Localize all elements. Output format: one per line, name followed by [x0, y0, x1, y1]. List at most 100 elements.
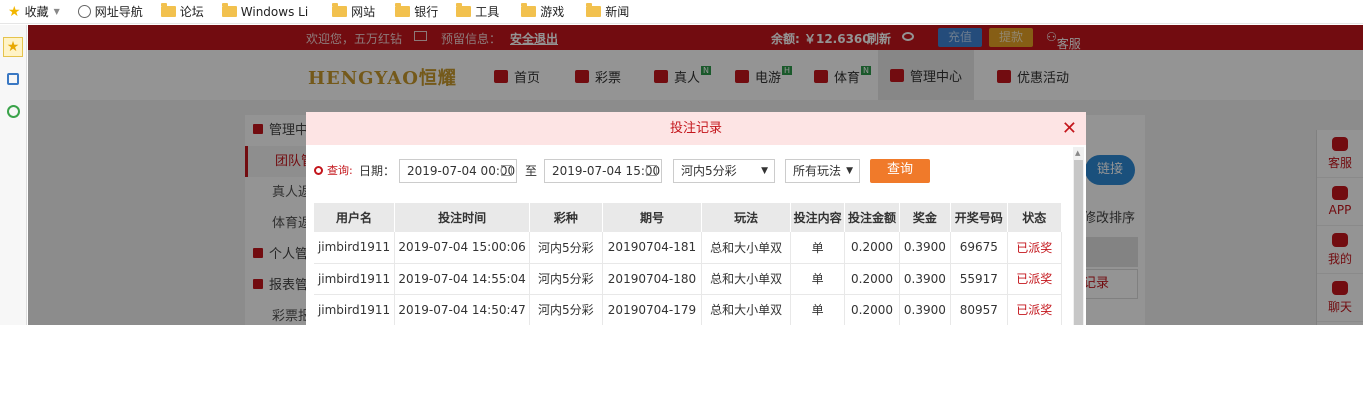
bookmark-label: Windows Li [240, 4, 309, 19]
folder-icon [332, 3, 348, 17]
cell-status: 已派奖 [1007, 263, 1063, 295]
date-to-input[interactable]: 2019-07-04 15:00:00 [544, 159, 662, 183]
history-clock-icon[interactable] [3, 101, 23, 121]
cell-play: 总和大小单双 [701, 294, 791, 325]
table-header-row: 用户名 投注时间 彩种 期号 玩法 投注内容 投注金额 奖金 开奖号码 状态 [314, 203, 1063, 232]
search-icon [314, 166, 323, 175]
globe-icon [77, 5, 91, 18]
browser-side-panel: ★ [0, 25, 27, 325]
reading-icon[interactable] [3, 69, 23, 89]
cell-issue: 20190704-179 [602, 294, 703, 325]
cell-prize: 0.3900 [899, 294, 952, 325]
folder-icon [586, 3, 602, 17]
chevron-down-icon: ▼ [761, 166, 768, 176]
bookmark-bank[interactable]: 银行 [395, 3, 438, 20]
scroll-up-icon[interactable]: ▲ [1075, 149, 1080, 157]
bookmark-favorites[interactable]: ★ 收藏 ▼ [8, 3, 60, 20]
calendar-icon[interactable] [501, 165, 512, 176]
col-amount: 投注金额 [844, 203, 900, 232]
modal-title: 投注记录 [669, 121, 722, 136]
bet-record-modal: 投注记录 ✕ ▲ 查询: 日期： 2019-07-04 00:00:00 至 2… [306, 112, 1086, 325]
cell-issue: 20190704-181 [602, 232, 703, 264]
table-row: jimbird1911 2019-07-04 14:50:47 河内5分彩 20… [314, 294, 1063, 325]
col-bet-time: 投注时间 [394, 203, 531, 232]
bookmark-windows[interactable]: Windows Li [221, 3, 309, 19]
cell-bet-time: 2019-07-04 14:50:47 [394, 294, 531, 325]
date-from-input[interactable]: 2019-07-04 00:00:00 [399, 159, 517, 183]
star-icon: ★ [8, 3, 21, 20]
table-row: jimbird1911 2019-07-04 15:00:06 河内5分彩 20… [314, 232, 1063, 264]
cell-username: jimbird1911 [314, 263, 396, 295]
cell-lottery: 河内5分彩 [529, 263, 603, 295]
query-label-text: 查询: [327, 164, 353, 177]
cell-content: 单 [790, 263, 846, 295]
folder-icon [521, 3, 537, 17]
cell-content: 单 [790, 294, 846, 325]
bookmark-nav[interactable]: 网址导航 [77, 3, 143, 20]
play-select[interactable]: 所有玩法 ▼ [785, 159, 860, 183]
bookmark-label: 游戏 [540, 5, 565, 19]
chevron-down-icon: ▼ [53, 7, 60, 16]
cell-prize: 0.3900 [899, 263, 952, 295]
date-label: 日期： [359, 164, 396, 178]
lottery-select[interactable]: 河内5分彩 ▼ [673, 159, 775, 183]
bookmark-sites[interactable]: 网站 [332, 3, 375, 20]
cell-draw-number: 55917 [950, 263, 1008, 295]
to-label: 至 [525, 164, 538, 178]
cell-draw-number: 80957 [950, 294, 1008, 325]
close-icon[interactable]: ✕ [1062, 112, 1077, 145]
col-play: 玩法 [701, 203, 791, 232]
bookmark-bar: ★ 收藏 ▼ 网址导航 论坛 Windows Li 网站 银行 工具 游戏 新闻 [0, 0, 1363, 24]
col-lottery: 彩种 [529, 203, 603, 232]
col-content: 投注内容 [790, 203, 846, 232]
col-draw-number: 开奖号码 [950, 203, 1008, 232]
cell-username: jimbird1911 [314, 232, 396, 264]
cell-amount: 0.2000 [844, 294, 900, 325]
folder-icon [395, 3, 411, 17]
modal-body: ▲ 查询: 日期： 2019-07-04 00:00:00 至 2019-07-… [306, 145, 1086, 325]
play-select-value: 所有玩法 [793, 164, 842, 178]
bookmark-label: 银行 [414, 5, 439, 19]
cell-issue: 20190704-180 [602, 263, 703, 295]
cell-play: 总和大小单双 [701, 263, 791, 295]
folder-icon [160, 3, 176, 17]
bookmark-label: 工具 [475, 5, 500, 19]
scrollbar-thumb[interactable] [1074, 160, 1083, 325]
bookmark-label: 网址导航 [94, 5, 143, 19]
col-issue: 期号 [602, 203, 703, 232]
cell-content: 单 [790, 232, 846, 264]
search-button[interactable]: 查询 [870, 159, 930, 183]
cell-lottery: 河内5分彩 [529, 294, 603, 325]
bookmark-news[interactable]: 新闻 [586, 3, 629, 20]
bookmark-label: 新闻 [605, 5, 630, 19]
bookmark-forum[interactable]: 论坛 [160, 3, 204, 20]
bookmark-label: 网站 [351, 5, 376, 19]
cell-username: jimbird1911 [314, 294, 396, 325]
col-username: 用户名 [314, 203, 396, 232]
cell-status: 已派奖 [1007, 232, 1063, 264]
cell-amount: 0.2000 [844, 263, 900, 295]
web-page: 欢迎您，五万红钻 预留信息： 安全退出 余额: ￥12.6360 刷新 充值 提… [28, 25, 1363, 325]
modal-scrollbar[interactable]: ▲ [1073, 147, 1084, 325]
bet-record-table: 用户名 投注时间 彩种 期号 玩法 投注内容 投注金额 奖金 开奖号码 状态 j [314, 203, 1063, 325]
cell-prize: 0.3900 [899, 232, 952, 264]
chevron-down-icon: ▼ [846, 166, 853, 176]
cell-bet-time: 2019-07-04 15:00:06 [394, 232, 531, 264]
favorites-star-icon[interactable]: ★ [3, 37, 23, 57]
cell-play: 总和大小单双 [701, 232, 791, 264]
bookmark-tools[interactable]: 工具 [456, 3, 499, 20]
calendar-icon[interactable] [646, 165, 657, 176]
folder-icon [221, 3, 237, 17]
col-prize: 奖金 [899, 203, 952, 232]
modal-header: 投注记录 ✕ [306, 112, 1086, 145]
lottery-select-value: 河内5分彩 [681, 164, 737, 178]
bookmark-label: 收藏 [24, 5, 49, 19]
query-label: 查询: [314, 163, 353, 179]
cell-lottery: 河内5分彩 [529, 232, 603, 264]
cell-status: 已派奖 [1007, 294, 1063, 325]
cell-draw-number: 69675 [950, 232, 1008, 264]
folder-icon [456, 3, 472, 17]
bookmark-games[interactable]: 游戏 [521, 3, 564, 20]
cell-bet-time: 2019-07-04 14:55:04 [394, 263, 531, 295]
filter-row: 查询: 日期： 2019-07-04 00:00:00 至 2019-07-04… [314, 159, 1054, 185]
